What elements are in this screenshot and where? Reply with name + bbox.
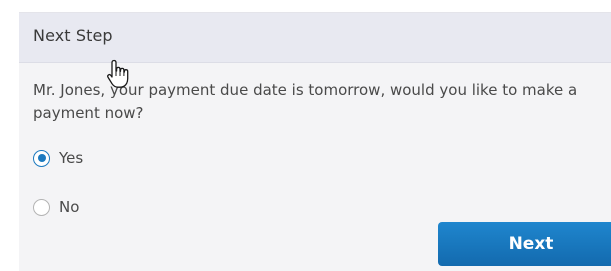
option-no-label[interactable]: No (59, 198, 79, 216)
hand-pointer-icon (107, 59, 129, 88)
next-button[interactable]: Next (438, 222, 611, 266)
radio-selected-dot (37, 154, 46, 162)
radio-no[interactable] (33, 198, 50, 216)
panel-title: Next Step (33, 26, 113, 45)
next-step-panel: Next Step Mr. Jones, your payment due da… (19, 12, 611, 271)
radio-yes[interactable] (33, 149, 50, 167)
option-yes-label[interactable]: Yes (59, 149, 83, 167)
panel-header: Next Step (19, 13, 611, 63)
left-margin (0, 0, 19, 271)
screen: Next Step Mr. Jones, your payment due da… (0, 0, 611, 271)
option-no[interactable]: No (33, 196, 79, 218)
option-yes[interactable]: Yes (33, 147, 83, 169)
